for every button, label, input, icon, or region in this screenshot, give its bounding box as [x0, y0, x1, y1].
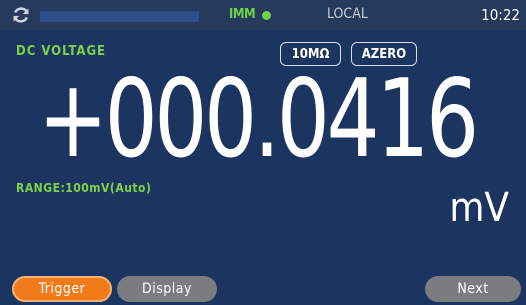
imm-dot-icon [262, 11, 271, 20]
imm-indicator: IMM [229, 7, 256, 22]
main-reading: +000.0416 [38, 57, 479, 182]
trigger-button[interactable]: Trigger [12, 276, 112, 302]
trigger-progress-bar [40, 11, 199, 22]
display-button[interactable]: Display [117, 276, 217, 302]
clock: 10:22 [481, 6, 520, 24]
reading-unit: mV [449, 185, 509, 231]
status-bar: IMM LOCAL 10:22 [0, 0, 526, 30]
next-button[interactable]: Next [425, 276, 521, 302]
refresh-icon[interactable] [11, 5, 31, 25]
range-label: RANGE:100mV(Auto) [16, 181, 152, 195]
softkey-bar: Trigger Display Next [0, 248, 526, 305]
remote-mode-label: LOCAL [327, 6, 368, 22]
